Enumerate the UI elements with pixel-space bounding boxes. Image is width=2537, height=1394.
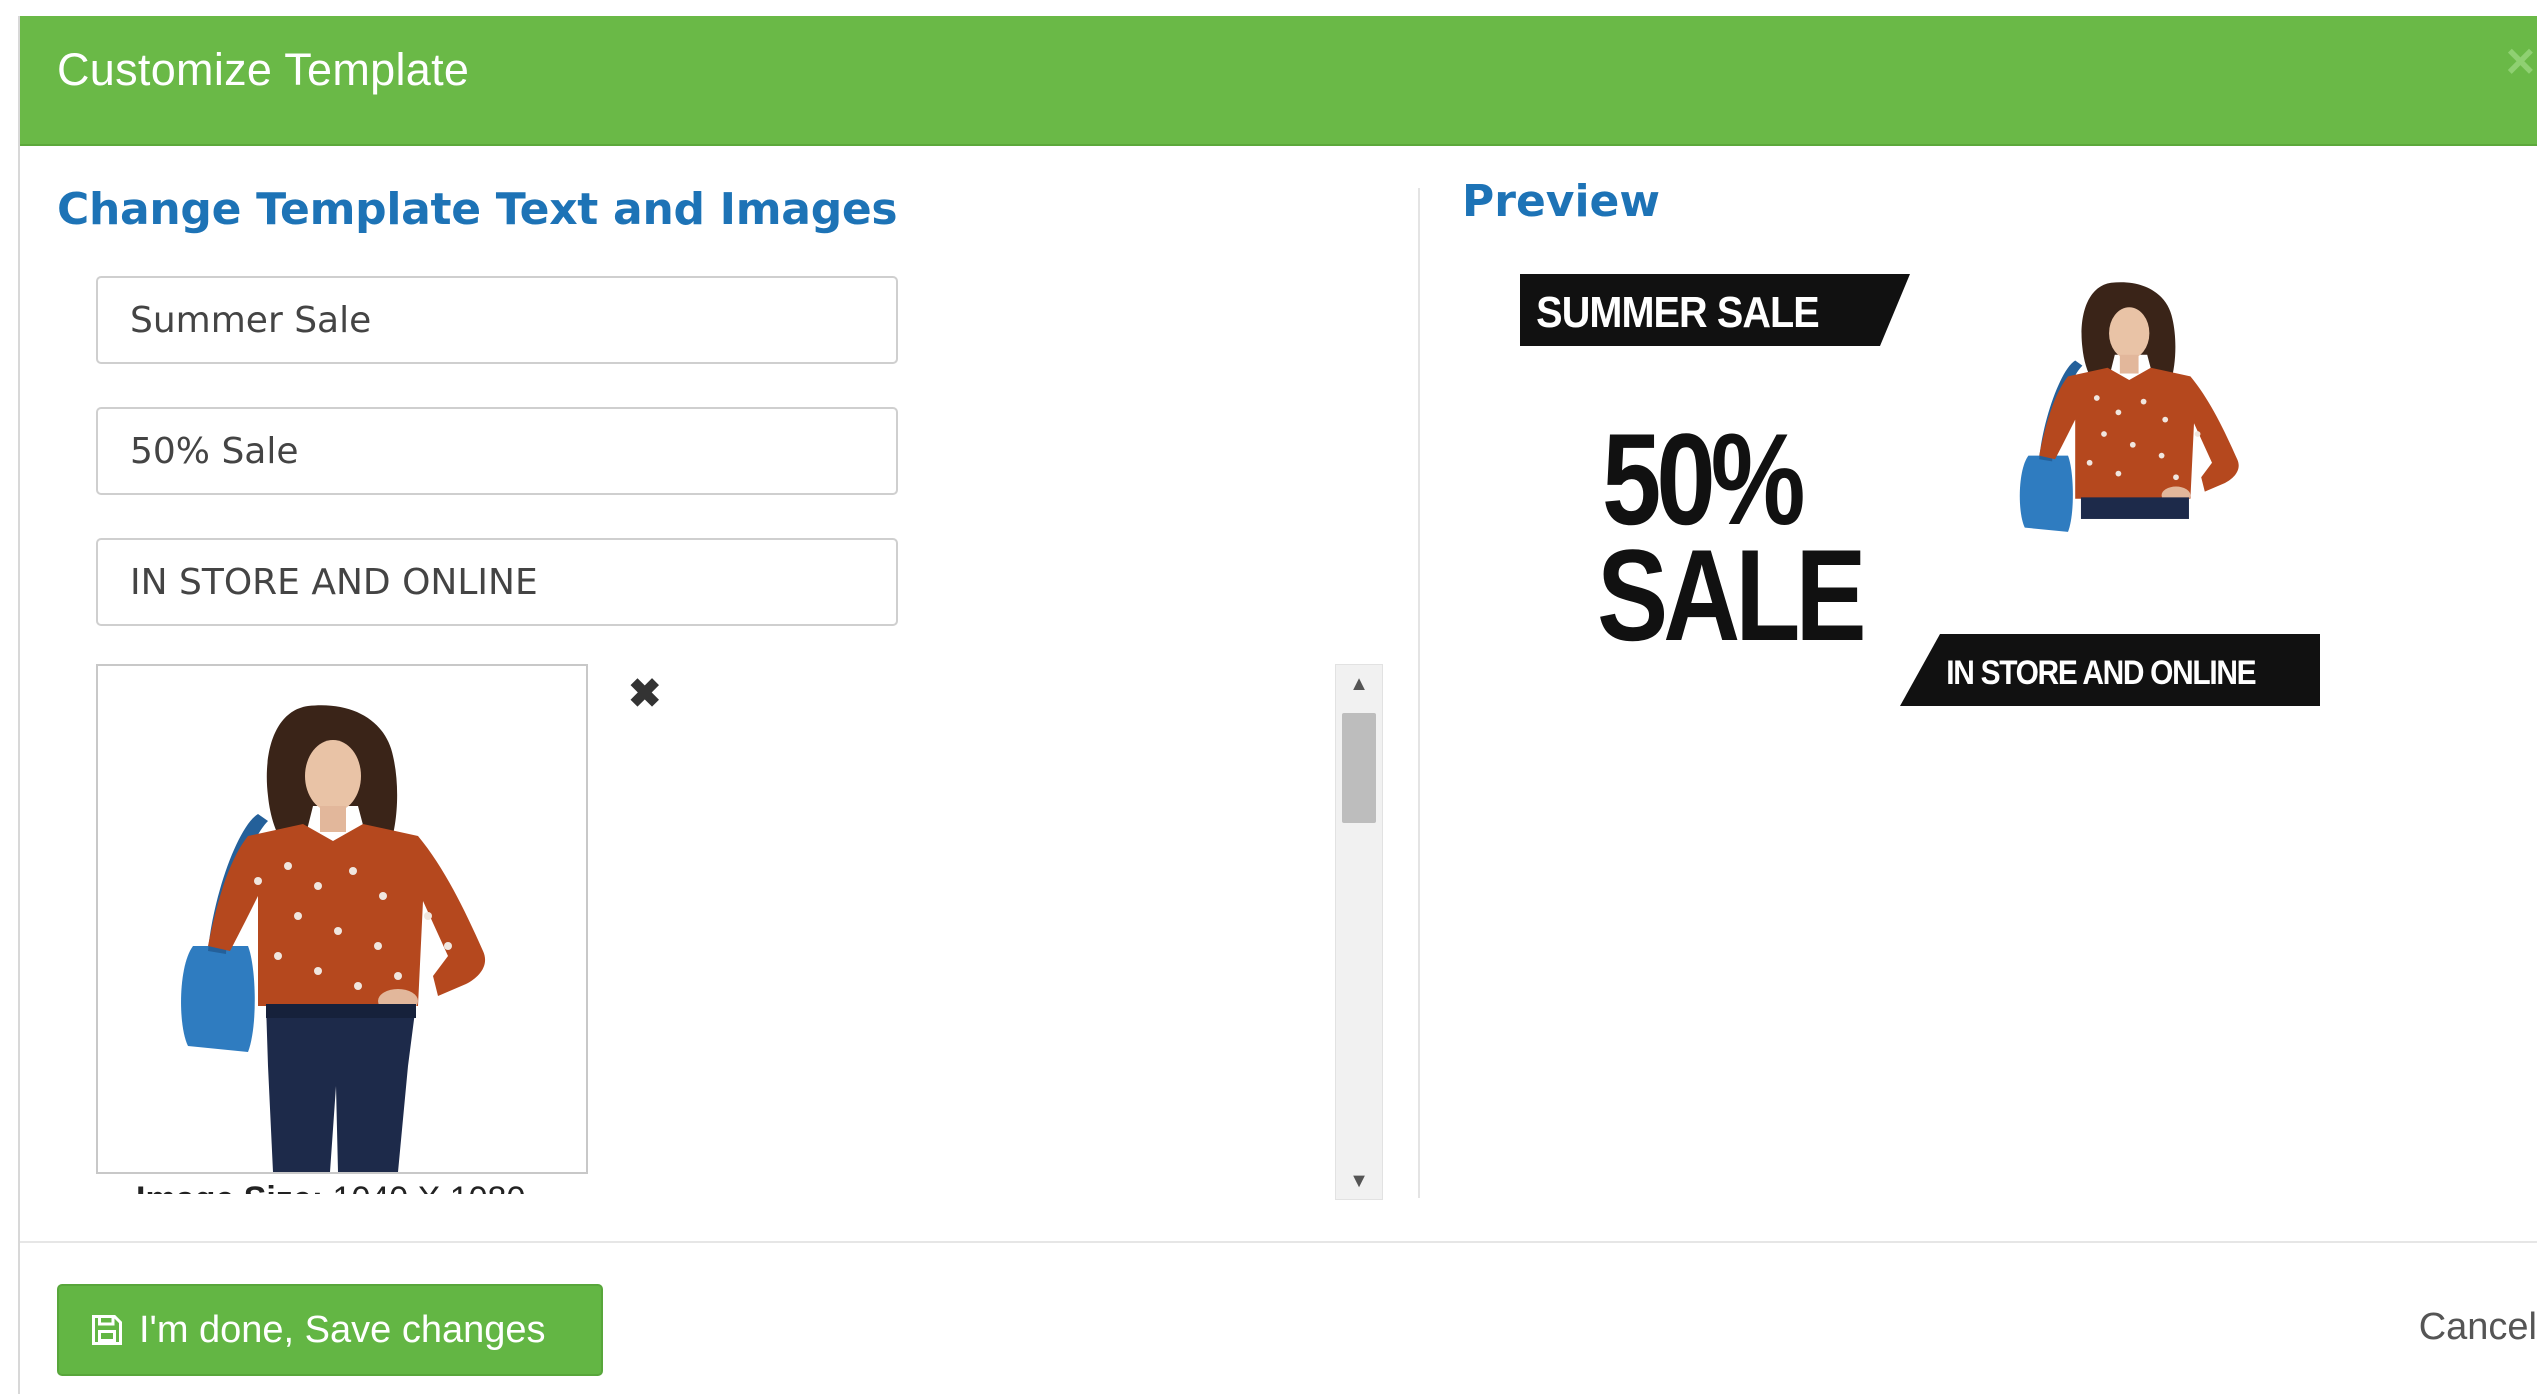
preview-banner-top: SUMMER SALE (1536, 287, 1819, 336)
editor-heading: Change Template Text and Images (57, 184, 898, 235)
preview-big-line-2: SALE (1597, 523, 1863, 668)
remove-image-icon[interactable]: ✖ (628, 674, 662, 714)
panel-divider (1418, 188, 1420, 1198)
image-size-caption: Image Size: (136, 1180, 323, 1194)
modal-header: Customize Template × (20, 16, 2537, 146)
save-changes-button[interactable]: I'm done, Save changes (57, 1284, 603, 1376)
image-size-label: Image Size: 1040 X 1080 (136, 1180, 525, 1194)
template-image-thumbnail[interactable] (96, 664, 588, 1174)
headline-input[interactable] (96, 276, 898, 364)
footer-divider (20, 1241, 2537, 1243)
customize-template-modal: Customize Template × Change Template Tex… (18, 16, 2537, 1394)
close-icon[interactable]: × (2506, 36, 2535, 86)
cancel-link[interactable]: Cancel (2419, 1306, 2537, 1349)
scroll-thumb[interactable] (1342, 713, 1376, 823)
preview-canvas: SUMMER SALE 50% SALE IN STORE AND ONLINE (1520, 274, 2320, 706)
offer-input[interactable] (96, 407, 898, 495)
image-scrollbar[interactable]: ▲ ▼ (1335, 664, 1383, 1200)
tagline-input[interactable] (96, 538, 898, 626)
floppy-disk-icon (92, 1315, 122, 1345)
save-changes-label: I'm done, Save changes (139, 1308, 546, 1351)
model-photo (181, 705, 486, 1172)
modal-title: Customize Template (57, 44, 470, 95)
scroll-down-arrow-icon[interactable]: ▼ (1336, 1170, 1382, 1193)
preview-banner-bottom: IN STORE AND ONLINE (1946, 653, 2256, 691)
image-scroll-area: ✖ Image Size: 1040 X 1080 (96, 664, 1396, 1194)
preview-model-image (2019, 282, 2239, 532)
image-size-value: 1040 X 1080 (333, 1180, 526, 1194)
scroll-up-arrow-icon[interactable]: ▲ (1336, 673, 1382, 696)
preview-heading: Preview (1462, 176, 1661, 227)
template-preview: SUMMER SALE 50% SALE IN STORE AND ONLINE (1520, 254, 2340, 714)
